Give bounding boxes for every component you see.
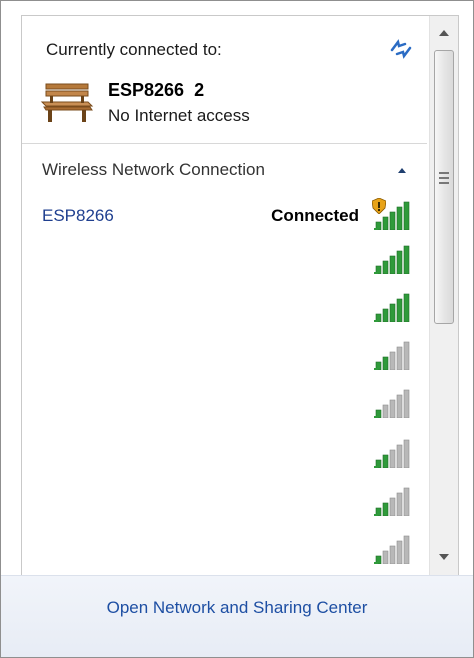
signal-bar — [396, 540, 403, 564]
signal-bar — [389, 351, 396, 370]
signal-bar — [389, 255, 396, 274]
section-title: Wireless Network Connection — [42, 160, 265, 179]
signal-strength-icon — [374, 487, 410, 516]
network-name: ESP8266 — [42, 206, 114, 225]
open-network-sharing-center-link[interactable]: Open Network and Sharing Center — [1, 598, 473, 618]
network-flyout: Currently connected to: ESP8266 2 No Int… — [0, 0, 474, 658]
network-row[interactable] — [22, 382, 427, 422]
refresh-icon[interactable] — [388, 36, 414, 62]
signal-bar — [403, 389, 410, 418]
network-list-panel: Currently connected to: ESP8266 2 No Int… — [21, 15, 459, 576]
signal-bar — [403, 201, 410, 230]
network-row[interactable]: ESP8266 Connected — [22, 194, 427, 234]
signal-strength-icon — [374, 389, 410, 418]
connected-title: Currently connected to: — [46, 40, 222, 59]
signal-bar — [403, 487, 410, 516]
network-row[interactable] — [22, 334, 427, 374]
current-network-status: No Internet access — [108, 106, 250, 125]
signal-strength-icon — [374, 341, 410, 370]
signal-bar — [382, 356, 389, 370]
signal-bar — [382, 454, 389, 468]
signal-base-dot — [374, 562, 378, 564]
signal-base-dot — [374, 466, 378, 468]
scroll-up-arrow-icon[interactable] — [430, 22, 458, 44]
footer-bar: Open Network and Sharing Center — [1, 575, 473, 657]
wireless-section-header[interactable]: Wireless Network Connection — [22, 154, 427, 184]
current-network-name: ESP8266 2 — [108, 80, 205, 100]
chevron-up-icon[interactable] — [394, 162, 410, 178]
signal-base-dot — [374, 514, 378, 516]
vertical-scrollbar[interactable] — [429, 16, 458, 576]
signal-bar — [382, 502, 389, 516]
signal-bar — [389, 303, 396, 322]
signal-base-dot — [374, 320, 378, 322]
signal-bar — [389, 399, 396, 418]
signal-bar — [396, 298, 403, 322]
signal-bar — [396, 444, 403, 468]
signal-bar — [403, 293, 410, 322]
network-row[interactable] — [22, 528, 427, 568]
signal-bar — [389, 211, 396, 230]
signal-bar — [396, 250, 403, 274]
signal-bar — [382, 308, 389, 322]
network-row[interactable] — [22, 432, 427, 472]
signal-base-dot — [374, 272, 378, 274]
signal-base-dot — [374, 368, 378, 370]
signal-bar — [396, 492, 403, 516]
signal-bar — [382, 260, 389, 274]
signal-strength-icon — [374, 245, 410, 274]
network-status: Connected — [271, 206, 359, 225]
signal-strength-icon — [374, 439, 410, 468]
signal-bar — [382, 550, 389, 564]
network-list: ESP8266 Connected — [22, 194, 427, 574]
current-connection-header: Currently connected to: ESP8266 2 No Int… — [22, 16, 427, 144]
signal-bar — [396, 394, 403, 418]
signal-strength-icon — [374, 201, 410, 230]
signal-base-dot — [374, 228, 378, 230]
signal-bar — [403, 341, 410, 370]
scrollbar-thumb[interactable] — [434, 50, 454, 324]
signal-bar — [403, 439, 410, 468]
signal-bar — [403, 245, 410, 274]
signal-strength-icon — [374, 293, 410, 322]
network-row[interactable] — [22, 238, 427, 278]
signal-bar — [389, 497, 396, 516]
signal-bar — [389, 449, 396, 468]
signal-bar — [389, 545, 396, 564]
signal-strength-icon — [374, 535, 410, 564]
signal-base-dot — [374, 416, 378, 418]
signal-bar — [396, 206, 403, 230]
signal-bar — [382, 404, 389, 418]
signal-bar — [396, 346, 403, 370]
public-network-bench-icon — [40, 83, 94, 122]
scroll-down-arrow-icon[interactable] — [430, 546, 458, 568]
network-row[interactable] — [22, 480, 427, 520]
signal-bar — [403, 535, 410, 564]
signal-bar — [382, 216, 389, 230]
grip-icon — [439, 172, 449, 184]
network-row[interactable] — [22, 286, 427, 326]
